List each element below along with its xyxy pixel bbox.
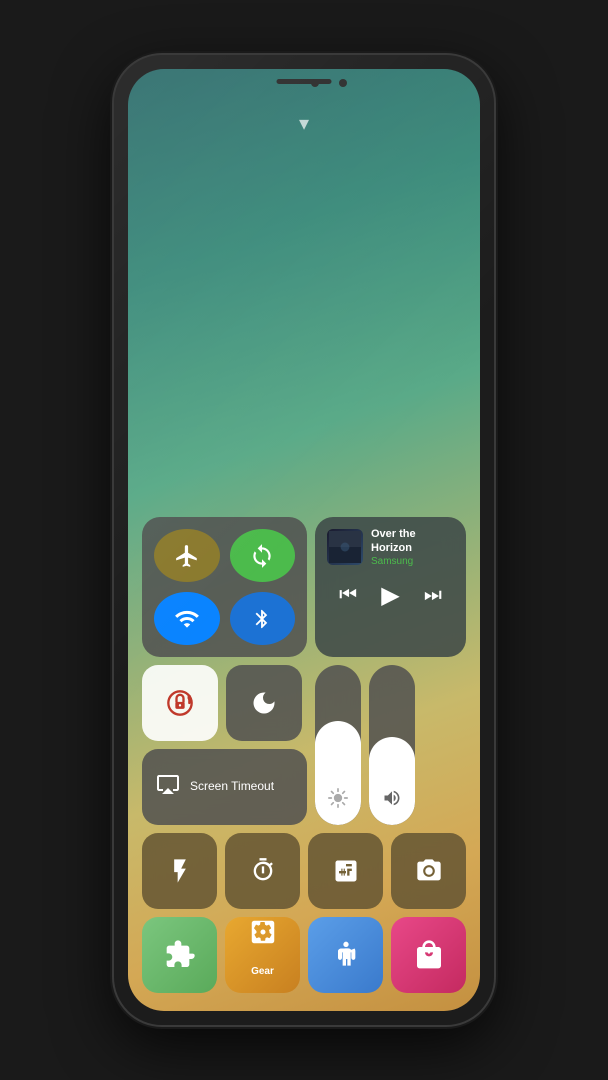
pull-chevron[interactable]: ▾ xyxy=(299,111,309,136)
prev-button[interactable]: ⏮ xyxy=(333,582,363,609)
screen-timeout-icon xyxy=(156,772,180,802)
media-info: Over the Horizon Samsung xyxy=(371,527,454,567)
accessibility-icon xyxy=(330,939,362,971)
gear-app-label: Gear xyxy=(251,949,274,993)
front-sensor xyxy=(339,79,347,87)
brightness-icon xyxy=(328,788,348,813)
album-artwork xyxy=(329,531,361,563)
timer-icon xyxy=(249,857,277,885)
play-button[interactable]: ▶ xyxy=(375,579,405,612)
do-not-disturb-toggle[interactable] xyxy=(226,665,302,741)
flashlight-button[interactable] xyxy=(142,833,217,909)
puzzle-icon xyxy=(164,939,196,971)
toggle-row-top xyxy=(142,665,307,741)
rotation-lock-button[interactable] xyxy=(230,529,296,582)
lock-rotation-icon xyxy=(166,689,194,717)
calculator-icon xyxy=(332,857,360,885)
airplane-mode-button[interactable] xyxy=(154,529,220,582)
volume-icon xyxy=(382,788,402,813)
volume-slider[interactable] xyxy=(369,665,415,825)
media-top: Over the Horizon Samsung xyxy=(327,527,454,567)
wifi-icon xyxy=(174,606,200,632)
row-connectivity: Over the Horizon Samsung ⏮ ▶ ⏭ xyxy=(142,517,466,657)
brightness-slider[interactable] xyxy=(315,665,361,825)
row-utilities xyxy=(142,833,466,909)
track-title: Over the Horizon xyxy=(371,527,454,556)
screen-timeout-label: Screen Timeout xyxy=(190,779,274,795)
airplane-icon xyxy=(174,543,200,569)
track-artist: Samsung xyxy=(371,556,454,567)
bluetooth-icon xyxy=(251,608,273,630)
calculator-button[interactable] xyxy=(308,833,383,909)
lock-rotation-toggle[interactable] xyxy=(142,665,218,741)
wifi-button[interactable] xyxy=(154,592,220,645)
gear-app-button[interactable]: Gear xyxy=(225,917,300,993)
album-art xyxy=(327,529,363,565)
speaker-grille xyxy=(277,79,332,84)
row-apps: Gear xyxy=(142,917,466,993)
store-app-button[interactable] xyxy=(391,917,466,993)
timer-button[interactable] xyxy=(225,833,300,909)
screen-timeout-button[interactable]: Screen Timeout xyxy=(142,749,307,825)
notch-bar xyxy=(128,69,480,101)
puzzle-app-button[interactable] xyxy=(142,917,217,993)
camera-button[interactable] xyxy=(391,833,466,909)
accessibility-app-button[interactable] xyxy=(308,917,383,993)
screen: ▾ xyxy=(128,69,480,1011)
gear-icon xyxy=(248,917,278,947)
airplay-icon xyxy=(156,772,180,796)
media-player: Over the Horizon Samsung ⏮ ▶ ⏭ xyxy=(315,517,466,657)
sun-icon xyxy=(328,788,348,808)
front-camera xyxy=(311,79,319,87)
phone-shell: ▾ xyxy=(114,55,494,1025)
rotation-icon xyxy=(249,543,275,569)
control-center: Over the Horizon Samsung ⏮ ▶ ⏭ xyxy=(142,517,466,993)
sliders-block xyxy=(315,665,466,825)
store-icon xyxy=(413,939,445,971)
bluetooth-button[interactable] xyxy=(230,592,296,645)
toggle-block-left: Screen Timeout xyxy=(142,665,307,825)
moon-icon xyxy=(250,689,278,717)
connectivity-block xyxy=(142,517,307,657)
row-toggles: Screen Timeout xyxy=(142,665,466,825)
flashlight-icon xyxy=(166,857,194,885)
next-button[interactable]: ⏭ xyxy=(418,582,448,609)
media-controls: ⏮ ▶ ⏭ xyxy=(327,579,454,612)
camera-icon xyxy=(415,857,443,885)
speaker-icon xyxy=(382,788,402,808)
